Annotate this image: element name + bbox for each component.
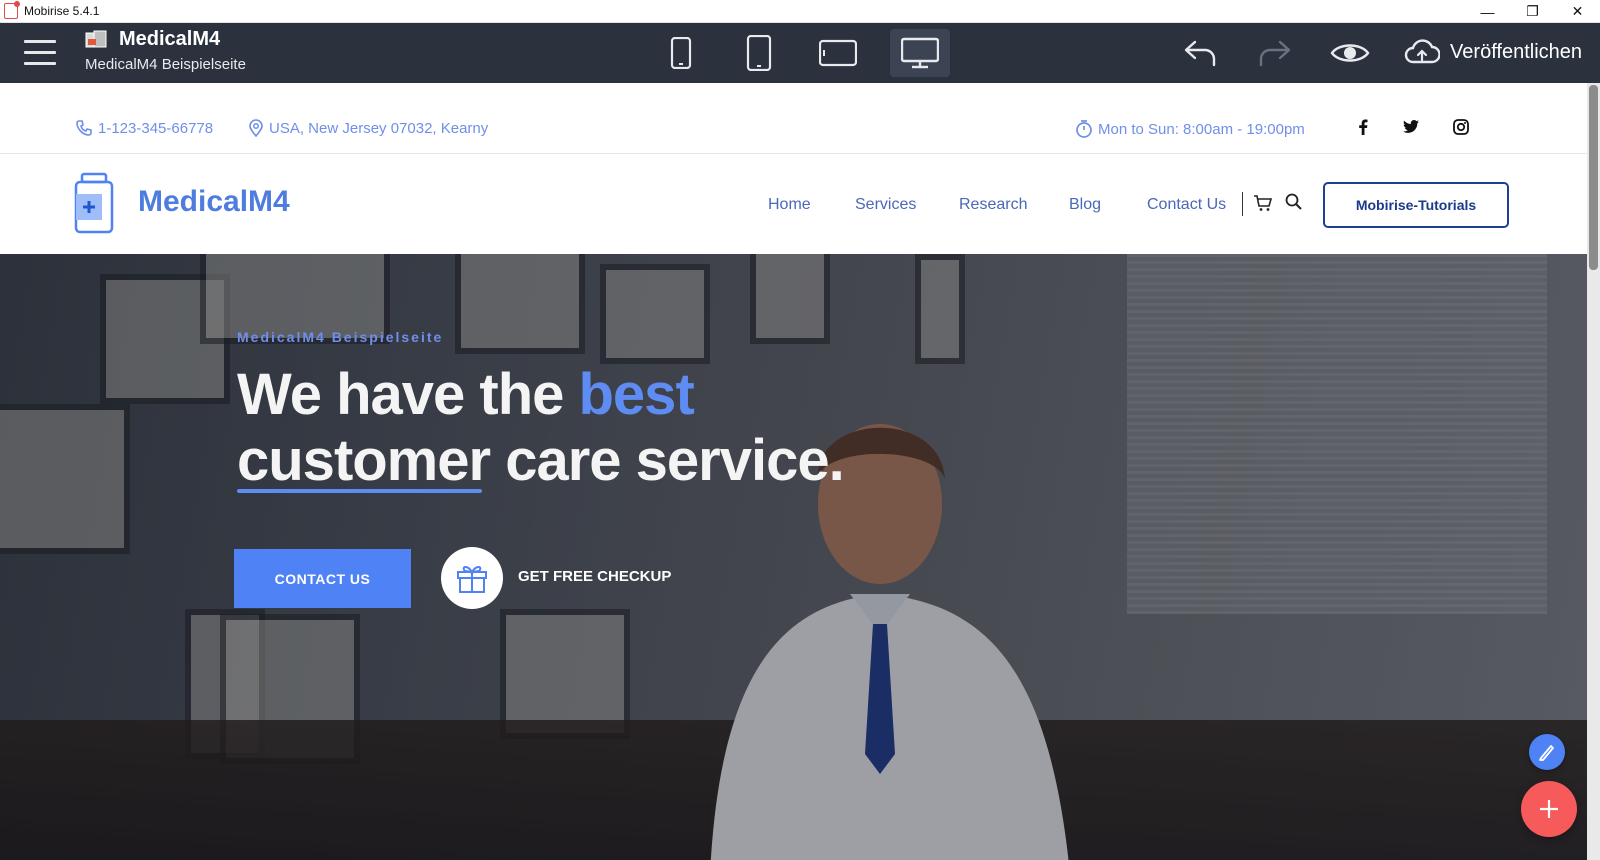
undo-icon <box>1184 40 1216 67</box>
phone-call-icon <box>76 120 92 136</box>
info-hours: Mon to Sun: 8:00am - 19:00pm <box>1075 119 1305 139</box>
window-controls: — ❐ ✕ <box>1465 0 1600 23</box>
brush-icon <box>1539 745 1554 761</box>
hero-title-part2: customer care service. <box>237 428 845 493</box>
twitter-icon <box>1403 120 1419 133</box>
info-address[interactable]: USA, New Jersey 07032, Kearny <box>248 119 488 137</box>
undo-button[interactable] <box>1180 35 1220 71</box>
add-block-button[interactable] <box>1521 781 1577 837</box>
tablet-landscape-icon <box>819 39 857 67</box>
restore-button[interactable]: ❐ <box>1510 0 1555 23</box>
edit-style-button[interactable] <box>1529 734 1565 770</box>
hero-title-part1: We have the <box>237 362 579 427</box>
facebook-icon <box>1359 119 1368 135</box>
minimize-button[interactable]: — <box>1465 0 1510 23</box>
gift-button[interactable] <box>441 547 503 609</box>
gift-icon <box>457 566 487 593</box>
instagram-icon <box>1453 119 1469 135</box>
page-scrollbar[interactable] <box>1587 83 1600 860</box>
info-address-text: USA, New Jersey 07032, Kearny <box>269 119 489 137</box>
mobirise-tutorials-button[interactable]: Mobirise-Tutorials <box>1323 182 1509 228</box>
nav-link-blog[interactable]: Blog <box>1069 196 1101 214</box>
twitter-link[interactable] <box>1400 116 1422 138</box>
nav-link-contact[interactable]: Contact Us <box>1147 196 1226 214</box>
cloud-upload-icon <box>1404 39 1441 64</box>
info-phone[interactable]: 1-123-345-66778 <box>75 119 213 137</box>
nav-link-research[interactable]: Research <box>959 196 1027 214</box>
site-info-bar: 1-123-345-66778 USA, New Jersey 07032, K… <box>0 83 1587 154</box>
eye-icon <box>1330 44 1370 62</box>
free-checkup-link[interactable]: GET FREE CHECKUP <box>518 568 671 585</box>
contact-us-button[interactable]: CONTACT US <box>234 549 411 608</box>
redo-button[interactable] <box>1255 35 1295 71</box>
preview-button[interactable] <box>1330 35 1370 71</box>
map-pin-icon <box>249 119 263 137</box>
facebook-link[interactable] <box>1352 116 1374 138</box>
desktop-icon <box>901 37 939 69</box>
window-titlebar: Mobirise 5.4.1 — ❐ ✕ <box>0 0 1600 23</box>
instagram-link[interactable] <box>1450 116 1472 138</box>
device-tablet-landscape-button[interactable] <box>808 29 868 77</box>
project-icon <box>85 30 107 48</box>
nav-link-home[interactable]: Home <box>768 196 811 214</box>
device-phone-button[interactable] <box>651 29 711 77</box>
plus-icon <box>1540 800 1558 818</box>
brand-name[interactable]: MedicalM4 <box>138 185 290 219</box>
cart-icon[interactable] <box>1252 192 1274 214</box>
hero-title: We have the best customer care service. <box>237 362 845 494</box>
hero-subtitle: MedicalM4 Beispielseite <box>237 329 444 345</box>
medicine-bottle-logo-icon[interactable] <box>73 172 115 234</box>
hero-title-underline <box>237 489 482 493</box>
hero-title-accent: best <box>578 362 695 427</box>
scroll-thumb[interactable] <box>1589 85 1598 270</box>
close-button[interactable]: ✕ <box>1555 0 1600 23</box>
nav-separator <box>1242 192 1243 216</box>
info-hours-text: Mon to Sun: 8:00am - 19:00pm <box>1098 120 1305 138</box>
window-title: Mobirise 5.4.1 <box>24 4 100 18</box>
search-icon[interactable] <box>1284 192 1306 214</box>
phone-icon <box>670 37 692 69</box>
device-tablet-button[interactable] <box>729 29 789 77</box>
nav-link-services[interactable]: Services <box>855 196 916 214</box>
publish-button[interactable]: Veröffentlichen <box>1404 38 1582 66</box>
redo-icon <box>1259 40 1291 67</box>
mobirise-app-icon <box>4 1 20 19</box>
tablet-icon <box>746 35 772 71</box>
site-navbar: MedicalM4 Home Services Research Blog Co… <box>0 154 1587 254</box>
device-desktop-button[interactable] <box>890 29 950 77</box>
editor-toolbar: MedicalM4 MedicalM4 Beispielseite Veröff… <box>0 23 1600 83</box>
publish-label: Veröffentlichen <box>1450 40 1582 63</box>
project-name: MedicalM4 <box>119 28 221 50</box>
project-subtitle: MedicalM4 Beispielseite <box>85 56 246 73</box>
hero-section: MedicalM4 Beispielseite We have the best… <box>0 254 1587 860</box>
menu-hamburger-icon[interactable] <box>24 40 56 66</box>
info-phone-text: 1-123-345-66778 <box>98 119 214 137</box>
stopwatch-icon <box>1076 120 1092 138</box>
